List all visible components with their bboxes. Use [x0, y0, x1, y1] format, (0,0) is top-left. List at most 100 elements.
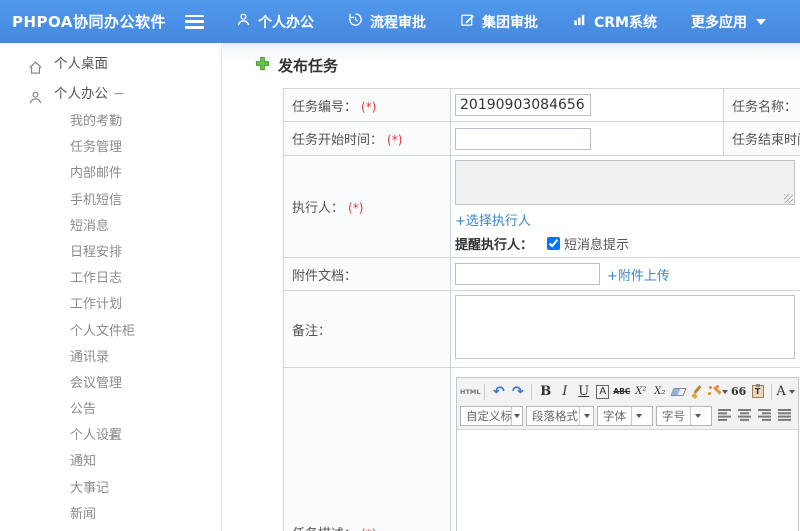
top-nav-items: 个人办公 流程审批 集团审批 CRM系统 更多应用	[236, 12, 800, 32]
sidebar-item-contacts[interactable]: 通讯录	[0, 345, 221, 371]
sidebar: 个人桌面 个人办公 − 我的考勤 任务管理 内部邮件 手机短信 短消息 日程安排…	[0, 43, 222, 531]
font-size-select[interactable]: 字号	[656, 405, 712, 426]
app-logo: PHPOA协同办公软件	[12, 13, 166, 31]
nav-label: 更多应用	[691, 14, 747, 31]
nav-label: 个人办公	[258, 14, 314, 31]
nav-item-process-approval[interactable]: 流程审批	[348, 12, 426, 32]
editor-toolbar: HTML ↶ ↷ B I U A ABC X² X₂ 66 T A 自定义标 段…	[457, 378, 798, 430]
form-row-task-number: 任务编号：(*) 任务名称：(*)	[283, 88, 800, 122]
custom-title-select[interactable]: 自定义标题	[460, 405, 523, 426]
blockquote-button[interactable]: 66	[730, 382, 747, 401]
remind-executor-label: 提醒执行人：	[455, 238, 534, 253]
nav-item-more-apps[interactable]: 更多应用	[691, 12, 766, 32]
sidebar-item-meeting-management[interactable]: 会议管理	[0, 371, 221, 397]
nav-label: 流程审批	[370, 14, 426, 31]
attachment-upload-link[interactable]: +附件上传	[607, 265, 670, 284]
sidebar-item-personal-settings[interactable]: 个人设置 +	[0, 423, 221, 449]
end-time-label: 任务结束时间：	[732, 133, 800, 148]
sidebar-item-milestones[interactable]: 大事记	[0, 476, 221, 502]
sms-remind-checkbox[interactable]	[547, 237, 561, 250]
subscript-button[interactable]: X₂	[651, 382, 668, 401]
sidebar-item-short-message[interactable]: 短消息	[0, 214, 221, 240]
publish-task-form: 任务编号：(*) 任务名称：(*) 任务开始时间：(*) 任务结束时间：	[283, 88, 800, 531]
end-time-label-cell: 任务结束时间：(*)	[723, 121, 800, 156]
attachment-input[interactable]	[455, 263, 600, 285]
sidebar-item-personal-desktop[interactable]: 个人桌面	[0, 49, 221, 79]
sidebar-item-internal-mail[interactable]: 内部邮件	[0, 161, 221, 187]
paste-icon[interactable]: T	[749, 382, 766, 401]
executor-label: 执行人：	[292, 201, 345, 216]
task-name-label-cell: 任务名称：(*)	[723, 88, 800, 122]
strikethrough-button[interactable]: ABC	[613, 382, 630, 401]
choose-executor-link[interactable]: +选择执行人	[455, 214, 531, 229]
sidebar-item-label: 个人桌面	[54, 56, 108, 72]
top-navbar: PHPOA协同办公软件 个人办公 流程审批 集团审批 CRM系统 更多应用	[0, 0, 800, 43]
plus-icon	[255, 56, 270, 75]
resize-handle[interactable]	[784, 194, 793, 203]
description-field-cell: HTML ↶ ↷ B I U A ABC X² X₂ 66 T A 自定义标 段…	[450, 367, 800, 531]
sidebar-item-schedule[interactable]: 日程安排	[0, 240, 221, 266]
align-center-icon[interactable]	[738, 406, 752, 425]
font-family-select[interactable]: 字体	[597, 405, 653, 426]
executor-label-cell: 执行人： (*)	[283, 155, 451, 258]
collapse-minus-toggle[interactable]: −	[113, 79, 125, 109]
form-row-attachment: 附件文档： +附件上传	[283, 257, 800, 291]
hamburger-menu-icon[interactable]	[184, 14, 204, 29]
task-number-input[interactable]	[455, 94, 591, 116]
nav-item-crm[interactable]: CRM系统	[572, 12, 657, 32]
task-number-label-cell: 任务编号： (*)	[283, 88, 451, 122]
italic-button[interactable]: I	[556, 382, 573, 401]
required-mark: (*)	[387, 133, 403, 147]
sidebar-item-personal-office[interactable]: 个人办公 −	[0, 79, 221, 109]
caret-down-icon	[756, 18, 766, 25]
paragraph-format-select[interactable]: 段落格式	[526, 405, 594, 426]
sidebar-item-notification[interactable]: 通知	[0, 449, 221, 475]
nav-label: CRM系统	[594, 14, 657, 31]
phpoa-window: PHPOA协同办公软件 个人办公 流程审批 集团审批 CRM系统 更多应用 个人…	[0, 0, 800, 531]
sidebar-item-mobile-sms[interactable]: 手机短信	[0, 188, 221, 214]
align-justify-icon[interactable]	[778, 406, 792, 425]
sidebar-item-news[interactable]: 新闻	[0, 502, 221, 528]
bold-button[interactable]: B	[537, 382, 554, 401]
align-right-icon[interactable]	[758, 406, 772, 425]
format-brush-icon[interactable]	[689, 382, 706, 401]
sidebar-item-personal-files[interactable]: 个人文件柜	[0, 319, 221, 345]
form-row-executor: 执行人： (*) +选择执行人 提醒执行人： 短消息提示	[283, 155, 800, 258]
sidebar-item-announcement[interactable]: 公告	[0, 397, 221, 423]
start-time-label-cell: 任务开始时间： (*)	[283, 121, 451, 156]
remark-textarea[interactable]	[455, 295, 795, 359]
sidebar-item-label: 个人办公	[54, 86, 108, 102]
eraser-icon[interactable]	[670, 382, 687, 401]
nav-item-group-approval[interactable]: 集团审批	[460, 12, 538, 32]
required-mark: (*)	[361, 99, 377, 114]
start-time-input[interactable]	[455, 127, 591, 150]
sidebar-item-work-log[interactable]: 工作日志	[0, 266, 221, 292]
font-color-button[interactable]: A	[776, 382, 795, 401]
start-time-field-cell	[450, 121, 724, 156]
process-history-icon	[348, 12, 363, 31]
form-row-remark: 备注：	[283, 290, 800, 368]
attachment-field-cell: +附件上传	[450, 257, 800, 291]
sidebar-item-work-plan[interactable]: 工作计划	[0, 292, 221, 318]
bar-chart-icon	[572, 12, 587, 31]
font-style-button[interactable]: A	[596, 384, 610, 399]
superscript-button[interactable]: X²	[632, 382, 649, 401]
required-mark: (*)	[361, 527, 376, 531]
underline-button[interactable]: U	[575, 382, 592, 401]
executor-field-cell: +选择执行人 提醒执行人： 短消息提示	[450, 155, 800, 258]
redo-button[interactable]: ↷	[509, 382, 526, 401]
undo-button[interactable]: ↶	[490, 382, 507, 401]
description-label: 任务描述：	[292, 527, 357, 531]
task-number-field-cell	[450, 88, 724, 122]
html-source-button[interactable]: HTML	[460, 382, 480, 401]
align-left-icon[interactable]	[718, 406, 732, 425]
start-time-label: 任务开始时间：	[292, 133, 384, 148]
editor-content-area[interactable]	[457, 430, 798, 531]
sidebar-item-my-attendance[interactable]: 我的考勤	[0, 109, 221, 135]
sidebar-item-task-management[interactable]: 任务管理	[0, 135, 221, 161]
magic-wand-icon[interactable]	[708, 382, 729, 401]
executor-textarea[interactable]	[455, 160, 795, 205]
expand-plus-toggle[interactable]: +	[107, 423, 119, 449]
nav-item-personal-office[interactable]: 个人办公	[236, 12, 314, 32]
rich-text-editor: HTML ↶ ↷ B I U A ABC X² X₂ 66 T A 自定义标 段…	[456, 377, 799, 531]
